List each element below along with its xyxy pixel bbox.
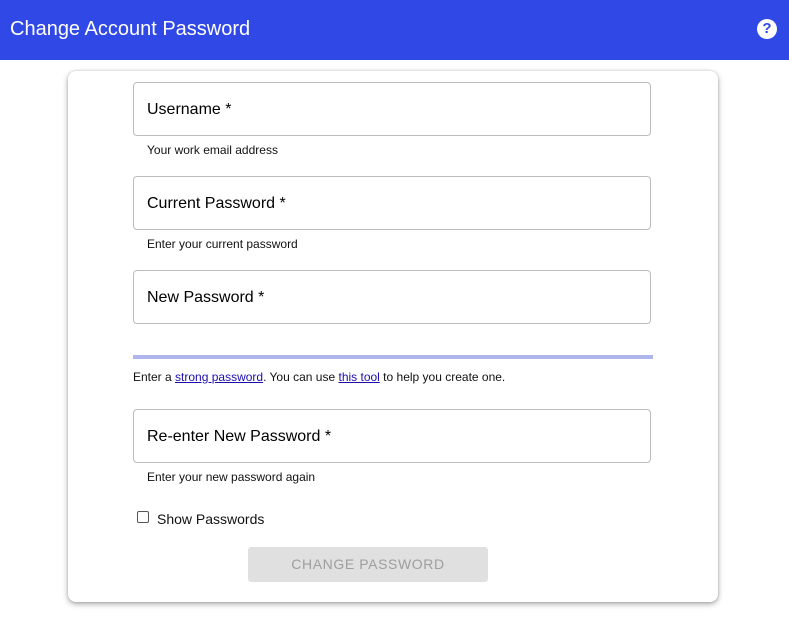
current-password-input[interactable]	[134, 177, 650, 229]
current-password-helper-text: Enter your current password	[147, 237, 298, 251]
app-header: Change Account Password ?	[0, 0, 789, 60]
password-hint: Enter a strong password. You can use thi…	[133, 370, 505, 384]
hint-suffix: to help you create one.	[379, 370, 506, 384]
password-strength-bar	[133, 355, 653, 359]
change-password-button[interactable]: CHANGE PASSWORD	[248, 547, 488, 582]
username-field[interactable]: Username *	[133, 82, 651, 136]
page-title: Change Account Password	[10, 18, 251, 40]
hint-middle: . You can use	[263, 370, 339, 384]
new-password-input[interactable]	[134, 271, 650, 323]
show-passwords-checkbox[interactable]	[137, 511, 149, 523]
help-icon[interactable]: ?	[757, 19, 777, 39]
username-input[interactable]	[134, 83, 650, 135]
password-tool-link[interactable]: this tool	[338, 370, 379, 384]
reenter-password-field[interactable]: Re-enter New Password *	[133, 409, 651, 463]
new-password-field[interactable]: New Password *	[133, 270, 651, 324]
show-passwords-label[interactable]: Show Passwords	[157, 511, 264, 527]
hint-prefix: Enter a	[133, 370, 176, 384]
reenter-password-input[interactable]	[134, 410, 650, 462]
reenter-password-helper-text: Enter your new password again	[147, 470, 316, 484]
strong-password-link[interactable]: strong password	[175, 370, 263, 384]
username-helper-text: Your work email address	[147, 143, 278, 157]
current-password-field[interactable]: Current Password *	[133, 176, 651, 230]
